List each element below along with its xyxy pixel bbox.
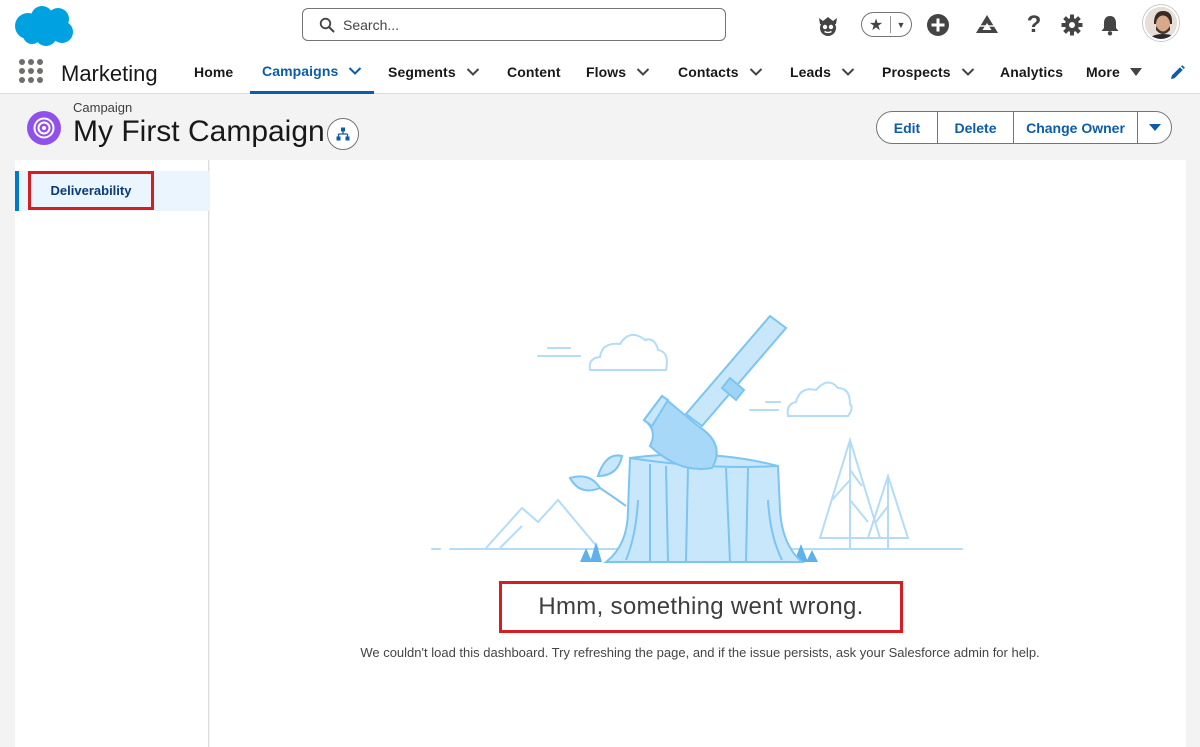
trailhead-icon[interactable] <box>973 11 1001 39</box>
hierarchy-icon <box>336 127 350 141</box>
nav-item-label: Contacts <box>678 64 739 80</box>
avatar[interactable] <box>1143 5 1179 41</box>
chevron-down-icon[interactable] <box>749 67 763 77</box>
nav-item-home[interactable]: Home <box>194 50 233 94</box>
nav-item-segments[interactable]: Segments <box>388 50 480 94</box>
plus-icon[interactable] <box>924 11 952 39</box>
nav-item-campaigns[interactable]: Campaigns <box>250 50 375 94</box>
nav-item-label: More <box>1086 64 1120 80</box>
search-input[interactable]: Search... <box>302 8 726 41</box>
sidebar-item-label[interactable]: Deliverability <box>28 171 154 210</box>
change-owner-button[interactable]: Change Owner <box>1013 111 1138 144</box>
chevron-down-icon[interactable] <box>841 67 855 77</box>
record-actions: Edit Delete Change Owner <box>876 111 1172 144</box>
search-placeholder: Search... <box>343 16 400 33</box>
campaign-target-icon <box>27 111 61 145</box>
delete-button[interactable]: Delete <box>937 111 1014 144</box>
error-illustration <box>431 314 963 563</box>
pencil-icon[interactable] <box>1168 64 1186 82</box>
hierarchy-button[interactable] <box>327 118 359 150</box>
nav-item-label: Home <box>194 64 234 80</box>
chevron-down-icon[interactable] <box>466 67 480 77</box>
nav-item-analytics[interactable]: Analytics <box>1000 50 1063 94</box>
salesforce-logo-icon[interactable] <box>12 4 76 48</box>
nav-item-prospects[interactable]: Prospects <box>882 50 975 94</box>
nav-item-label: Analytics <box>1000 64 1064 80</box>
error-highlight: Hmm, something went wrong. <box>499 581 903 633</box>
help-icon[interactable]: ? <box>1020 11 1048 39</box>
edit-button[interactable]: Edit <box>876 111 938 144</box>
nav-item-label: Flows <box>586 64 627 80</box>
page-title: My First Campaign <box>73 115 325 148</box>
nav-item-leads[interactable]: Leads <box>790 50 855 94</box>
global-header: Search... ★ ▼ ? <box>0 0 1200 50</box>
nav-item-label: Leads <box>790 64 831 80</box>
nav-item-content[interactable]: Content <box>507 50 561 94</box>
nav-item-label: Segments <box>388 64 456 80</box>
nav-item-label: Campaigns <box>262 62 339 79</box>
gear-icon[interactable] <box>1058 11 1086 39</box>
einstein-icon[interactable] <box>814 11 842 39</box>
star-icon: ★ <box>868 16 884 34</box>
error-message: We couldn't load this dashboard. Try ref… <box>360 645 1040 660</box>
favorites-button[interactable]: ★ ▼ <box>861 12 912 37</box>
search-icon <box>319 17 335 32</box>
nav-item-flows[interactable]: Flows <box>586 50 650 94</box>
chevron-down-icon[interactable] <box>961 67 975 77</box>
nav-item-label: Prospects <box>882 64 951 80</box>
app-name: Marketing <box>61 61 158 86</box>
record-type-label: Campaign <box>73 100 133 115</box>
chevron-down-icon <box>1148 124 1161 131</box>
chevron-down-icon[interactable] <box>636 67 650 77</box>
app-navigation: Marketing Home Campaigns Segments Conten… <box>0 50 1200 94</box>
nav-item-label: Content <box>507 64 561 80</box>
dashboard-sidebar <box>15 160 209 747</box>
error-title: Hmm, something went wrong. <box>538 593 864 620</box>
more-actions-button[interactable] <box>1137 111 1172 144</box>
waffle-icon[interactable] <box>19 59 43 83</box>
chevron-down-icon[interactable] <box>1129 68 1142 76</box>
nav-item-more[interactable]: More <box>1086 50 1142 94</box>
bell-icon[interactable] <box>1096 11 1124 39</box>
chevron-down-icon[interactable] <box>348 66 362 76</box>
nav-item-contacts[interactable]: Contacts <box>678 50 763 94</box>
chevron-down-icon[interactable]: ▼ <box>891 20 911 30</box>
